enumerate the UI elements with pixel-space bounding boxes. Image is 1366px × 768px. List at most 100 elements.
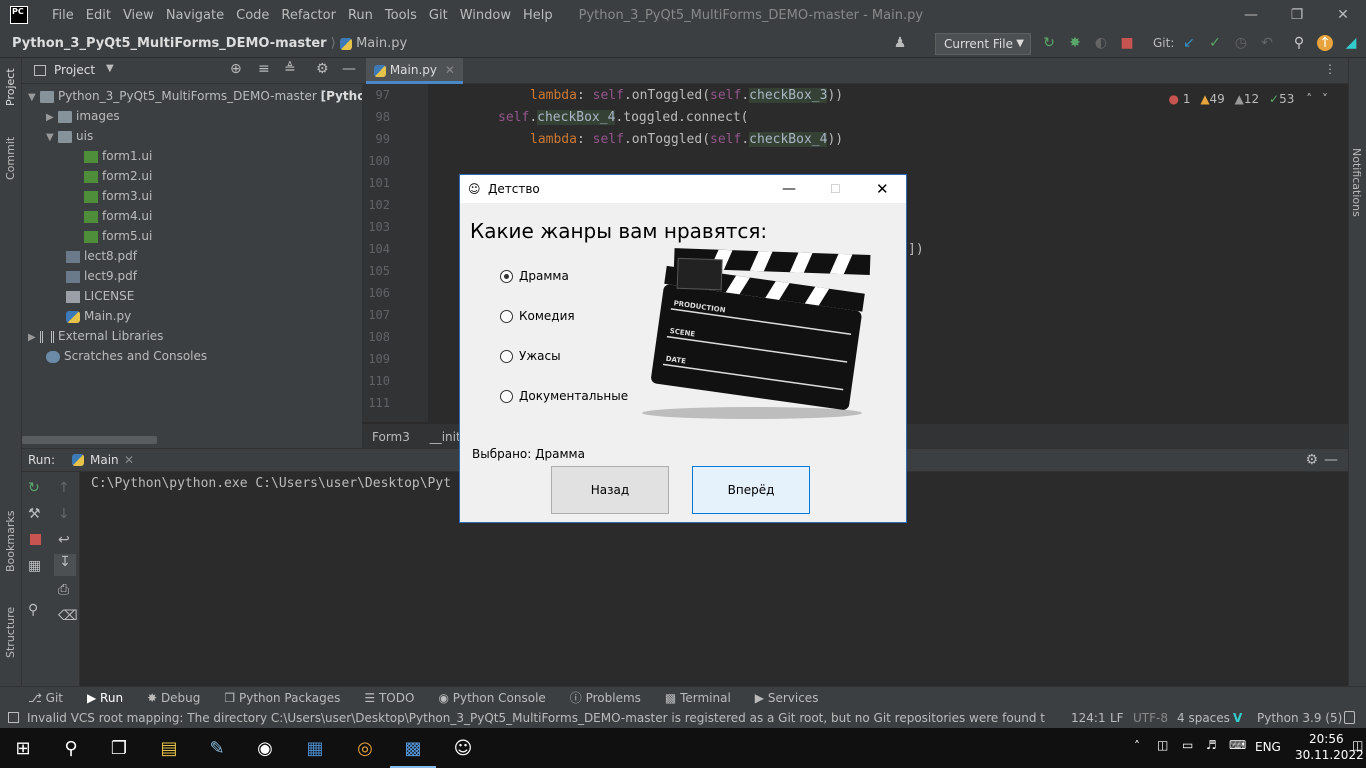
layout-icon[interactable]: ▦ <box>28 558 41 574</box>
next-button[interactable]: Вперёд <box>692 466 810 514</box>
code-line-99[interactable]: lambda: self.onToggled(self.checkBox_4)) <box>530 132 843 147</box>
radio-documentary[interactable]: Документальные <box>500 389 628 403</box>
arrow-up-icon[interactable]: ↑ <box>58 480 70 496</box>
tooltab-todo[interactable]: ☰ TODO <box>364 691 414 705</box>
stop-icon[interactable] <box>30 534 41 545</box>
menu-view[interactable]: View <box>117 8 160 23</box>
tree-item-uis[interactable]: ▼ uis <box>46 126 93 146</box>
tooltab-problems[interactable]: ⓘ Problems <box>570 689 641 706</box>
caret-position[interactable]: 124:1 <box>1071 708 1106 728</box>
wrench-icon[interactable]: ⚒ <box>28 506 41 522</box>
debug-bug-icon[interactable]: ✸ <box>1067 35 1083 51</box>
inspection-widget[interactable]: ● 1 ▲49 ▲12 ✓53 ˄ ˅ <box>1169 92 1328 106</box>
tree-external-libraries[interactable]: ▶ External Libraries <box>28 326 163 346</box>
gear-icon[interactable]: ⚙ <box>316 61 329 77</box>
tooltab-services[interactable]: ▶ Services <box>755 691 819 705</box>
python-interpreter[interactable]: Python 3.9 (5) <box>1257 708 1342 728</box>
minimize-icon[interactable]: — <box>782 175 796 203</box>
task-view-icon[interactable]: ❐ <box>96 728 142 768</box>
update-icon[interactable]: ↑ <box>1317 35 1333 51</box>
steam-icon[interactable]: ◉ <box>242 728 288 768</box>
tree-scratches[interactable]: Scratches and Consoles <box>46 346 207 366</box>
file-encoding[interactable]: UTF-8 <box>1133 708 1168 728</box>
tree-item-form1[interactable]: form1.ui <box>84 146 152 166</box>
volume-icon[interactable]: ♬ <box>1206 738 1217 752</box>
tree-item-form5[interactable]: form5.ui <box>84 226 152 246</box>
collapse-all-icon[interactable]: ≜ <box>284 61 296 77</box>
breadcrumb-file[interactable]: Main.py <box>356 36 407 51</box>
git-history-icon[interactable]: ◷ <box>1233 35 1249 51</box>
pycharm-icon[interactable]: ▩ <box>390 728 436 768</box>
scroll-to-end-icon[interactable]: ↧ <box>54 554 76 576</box>
plugin-icon[interactable]: ◢ <box>1343 35 1359 51</box>
mysql-workbench-icon[interactable]: ▦ <box>292 728 338 768</box>
paint-icon[interactable]: ✎ <box>194 728 240 768</box>
menu-file[interactable]: File <box>46 8 80 23</box>
hide-icon[interactable]: — <box>1324 452 1338 468</box>
stripe-notifications[interactable]: Notifications <box>1350 148 1363 217</box>
close-icon[interactable]: ✕ <box>1320 0 1366 30</box>
stripe-structure[interactable]: Structure <box>4 607 17 658</box>
menu-run[interactable]: Run <box>342 8 379 23</box>
search-icon[interactable]: ⚲ <box>48 728 94 768</box>
console-output[interactable]: C:\Python\python.exe C:\Users\user\Deskt… <box>91 476 451 491</box>
back-button[interactable]: Назад <box>551 466 669 514</box>
tooltab-run[interactable]: ▶ Run <box>87 691 123 705</box>
chrome-icon[interactable]: ◎ <box>342 728 388 768</box>
soft-wrap-icon[interactable]: ↩ <box>58 532 70 548</box>
tooltab-debug[interactable]: ✸ Debug <box>147 691 200 705</box>
more-tabs-icon[interactable]: ⋮ <box>1324 62 1336 76</box>
search-icon[interactable]: ⚲ <box>1291 35 1307 51</box>
notifications-icon[interactable]: ◫ <box>1352 738 1363 752</box>
tooltab-python-packages[interactable]: ❒ Python Packages <box>224 691 340 705</box>
indent-setting[interactable]: 4 spaces <box>1177 708 1230 728</box>
arrow-down-icon[interactable]: ↓ <box>58 506 70 522</box>
tree-item-form2[interactable]: form2.ui <box>84 166 152 186</box>
pycharm-logo-icon[interactable]: PC <box>10 6 28 24</box>
toggle-tool-windows-icon[interactable] <box>8 712 19 723</box>
run-tab-main[interactable]: Main <box>90 453 119 467</box>
tree-root[interactable]: ▼Python_3_PyQt5_MultiForms_DEMO-master [… <box>28 86 403 106</box>
tooltab-terminal[interactable]: ▩ Terminal <box>665 691 731 705</box>
run-config-select[interactable]: Current File ▼ <box>935 33 1031 55</box>
chevron-down-icon[interactable]: ˅ <box>1322 92 1328 106</box>
stripe-project[interactable]: Project <box>4 68 17 106</box>
breadcrumb-method[interactable]: __init <box>430 430 461 444</box>
coverage-icon[interactable]: ◐ <box>1093 35 1109 51</box>
tab-main-py[interactable]: Main.py ✕ <box>366 58 463 84</box>
close-icon[interactable]: ✕ <box>876 175 889 203</box>
close-tab-icon[interactable]: ✕ <box>124 453 134 467</box>
maximize-icon[interactable]: ☐ <box>830 175 841 203</box>
minimize-icon[interactable]: — <box>1228 0 1274 30</box>
tree-item-form3[interactable]: form3.ui <box>84 186 152 206</box>
radio-horror[interactable]: Ужасы <box>500 349 561 363</box>
tooltab-python-console[interactable]: ◉ Python Console <box>438 691 545 705</box>
breadcrumb-class[interactable]: Form3 <box>372 430 410 444</box>
git-rollback-icon[interactable]: ↶ <box>1259 35 1275 51</box>
windows-start-icon[interactable]: ⊞ <box>0 728 46 768</box>
menu-code[interactable]: Code <box>230 8 275 23</box>
clock-time[interactable]: 20:56 <box>1309 732 1344 746</box>
lock-icon[interactable] <box>1344 711 1355 724</box>
stop-icon[interactable]: ■ <box>1119 35 1135 51</box>
user-icon[interactable]: ♟ <box>892 35 908 51</box>
menu-refactor[interactable]: Refactor <box>275 8 342 23</box>
editorconfig-icon[interactable]: V <box>1233 708 1242 728</box>
python-app-icon[interactable]: ☺ <box>440 728 486 768</box>
code-line-97[interactable]: lambda: self.onToggled(self.checkBox_3)) <box>530 88 843 103</box>
language-indicator[interactable]: ENG <box>1255 740 1281 754</box>
tooltab-git[interactable]: ⎇ Git <box>28 691 63 705</box>
keyboard-icon[interactable]: ⌨ <box>1229 738 1246 752</box>
code-line-104[interactable]: ]) <box>908 242 924 257</box>
menu-help[interactable]: Help <box>517 8 559 23</box>
tree-item-lect9[interactable]: lect9.pdf <box>66 266 137 286</box>
breadcrumb-project[interactable]: Python_3_PyQt5_MultiForms_DEMO-master <box>12 36 327 51</box>
stripe-commit[interactable]: Commit <box>4 137 17 180</box>
close-tab-icon[interactable]: ✕ <box>445 63 455 77</box>
menu-git[interactable]: Git <box>423 8 454 23</box>
pin-icon[interactable]: ⚲ <box>28 602 38 618</box>
line-ending[interactable]: LF <box>1110 708 1124 728</box>
display-icon[interactable]: ▭ <box>1182 738 1193 752</box>
horizontal-scrollbar[interactable] <box>22 436 157 444</box>
tree-item-images[interactable]: ▶ images <box>46 106 120 126</box>
